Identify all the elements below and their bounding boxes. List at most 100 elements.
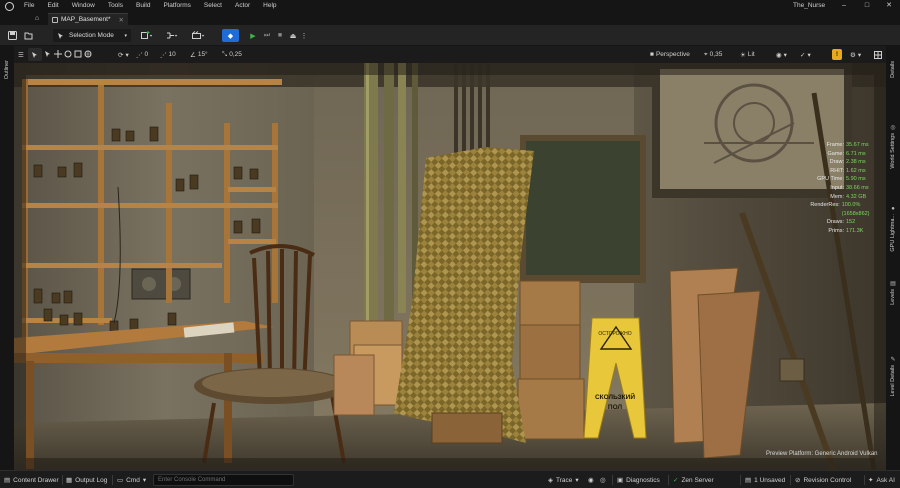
level-icon <box>52 16 58 23</box>
world-settings-tab[interactable]: ◎ World Settings <box>886 110 900 182</box>
menu-file[interactable]: File <box>18 0 41 12</box>
scale-tool-icon[interactable] <box>74 50 82 60</box>
chevron-down-icon: ▾ <box>807 51 811 59</box>
ask-ai-button[interactable]: ✦ Ask AI <box>868 474 895 486</box>
record-icon[interactable]: ◉ <box>588 474 594 486</box>
location-snap-icon: ⋰ <box>160 51 167 59</box>
divider <box>864 475 865 485</box>
check-icon: ✓ <box>800 51 806 59</box>
gear-icon: ⚙ <box>850 51 856 59</box>
world-local-icon[interactable] <box>84 50 92 60</box>
screenshot-icon[interactable]: ◎ <box>600 474 606 486</box>
scale-snap[interactable]: ⤡ 0,25 <box>222 48 242 61</box>
close-tab-icon[interactable]: ✕ <box>119 16 124 24</box>
step-button[interactable]: ⏭ <box>261 29 273 42</box>
stat-row-frame: Frame: 35.67 ms <box>826 142 869 148</box>
rotation-snap-icon: ∠ <box>190 51 196 59</box>
save-icon[interactable] <box>6 29 18 42</box>
content-drawer-button[interactable]: ▤ Content Drawer <box>4 474 59 486</box>
eject-button[interactable]: ⏏ <box>287 29 299 42</box>
details-tab[interactable]: Details <box>886 52 900 86</box>
transform-tools <box>28 48 92 61</box>
level-viewport[interactable]: OСТОРОЖНО СКОЛЬЗКИЙ ПОЛ Frame: 35.67 ms G… <box>14 63 886 470</box>
main-toolbar: Selection Mode ▾ ◆ ▶ ⏭ ■ ⏏ ⋮ <box>0 25 900 46</box>
basement-scene: OСТОРОЖНО СКОЛЬЗКИЙ ПОЛ <box>14 63 886 470</box>
rotation-snap[interactable]: ∠ 15° <box>190 48 208 61</box>
levels-tab[interactable]: ▤ Levels <box>886 274 900 310</box>
close-window-button[interactable]: ✕ <box>878 0 900 12</box>
minimize-button[interactable]: – <box>833 0 855 12</box>
outliner-tab[interactable]: Outliner <box>0 50 14 90</box>
chevron-down-icon: ▾ <box>142 477 147 484</box>
divider <box>740 475 741 485</box>
performance-warning-badge[interactable]: ! <box>832 49 842 60</box>
cmd-dropdown[interactable]: ▭ Cmd ▾ <box>117 474 146 486</box>
trace-label: Trace <box>556 476 573 484</box>
show-flags-dropdown[interactable]: ◉ ▾ <box>776 48 787 61</box>
stop-button[interactable]: ■ <box>274 29 286 42</box>
camera-speed-value: 0,35 <box>709 51 723 58</box>
menu-help[interactable]: Help <box>257 0 283 12</box>
ai-icon: ✦ <box>868 477 874 484</box>
camera-speed-icon: ⌖ <box>704 50 708 58</box>
viewport-layout-icon[interactable] <box>874 48 882 61</box>
divider <box>790 475 791 485</box>
unreal-logo-icon[interactable] <box>0 0 18 12</box>
menu-actor[interactable]: Actor <box>229 0 257 12</box>
pencil-icon: ✎ <box>890 356 896 363</box>
lit-icon: ☀ <box>740 51 746 59</box>
rotate-tool-icon[interactable] <box>64 50 72 60</box>
perspective-dropdown[interactable]: ■ Perspective <box>650 48 690 61</box>
viewport-settings[interactable]: ⚙ ▾ <box>850 48 861 61</box>
ask-ai-label: Ask AI <box>876 476 895 484</box>
divider <box>612 475 613 485</box>
platform-button[interactable]: ◆ <box>222 29 239 42</box>
zen-server-button[interactable]: ✓ Zen Server <box>673 474 714 486</box>
play-button[interactable]: ▶ <box>247 29 259 42</box>
menu-build[interactable]: Build <box>130 0 157 12</box>
menu-edit[interactable]: Edit <box>41 0 65 12</box>
cinematics-icon[interactable] <box>188 29 208 42</box>
left-panel-strip: Outliner <box>0 46 14 470</box>
stats-overlay: Frame: 35.67 ms Game: 6.71 ms Draw: 2.38 ms… <box>788 141 886 236</box>
selection-mode-dropdown[interactable]: Selection Mode ▾ <box>53 29 131 42</box>
preview-platform-label: Preview Platform: Generic Android Vulkan <box>766 451 878 457</box>
selection-mode-label: Selection Mode <box>69 32 114 39</box>
menu-platforms[interactable]: Platforms <box>157 0 197 12</box>
view-mode-label: Perspective <box>655 51 690 58</box>
hamburger-menu-icon[interactable]: ☰ <box>18 48 24 61</box>
chevron-down-icon: ▾ <box>783 51 787 59</box>
select-tool-dropdown[interactable] <box>28 48 42 61</box>
right-panel-strip: Details ◎ World Settings ● GPU Lightma..… <box>886 46 900 470</box>
menu-window[interactable]: Window <box>66 0 102 12</box>
diagnostics-button[interactable]: ▣ Diagnostics <box>617 474 660 486</box>
menu-tools[interactable]: Tools <box>102 0 130 12</box>
output-log-button[interactable]: ▦ Output Log <box>66 474 107 486</box>
chevron-down-icon: ▾ <box>124 32 127 39</box>
menu-select[interactable]: Select <box>198 0 229 12</box>
browse-icon[interactable] <box>22 29 34 42</box>
play-options-button[interactable]: ⋮ <box>300 29 308 42</box>
add-content-icon[interactable] <box>137 29 155 42</box>
camera-speed[interactable]: ⌖ 0,35 <box>704 48 722 61</box>
revision-control-label: Revision Control <box>803 476 852 484</box>
blueprint-icon[interactable] <box>163 29 181 42</box>
cursor-tool-icon[interactable] <box>44 50 52 60</box>
maximize-button[interactable]: □ <box>856 0 878 12</box>
tab-map-basement[interactable]: MAP_Basement* ✕ <box>48 13 128 25</box>
level-details-tab[interactable]: ✎ Level Details <box>886 346 900 406</box>
lit-dropdown[interactable]: ☀ Lit <box>740 48 755 61</box>
sign-top-text: OСТОРОЖНО <box>598 331 631 337</box>
revision-control-button[interactable]: ⊘ Revision Control <box>795 474 851 486</box>
scalability-dropdown[interactable]: ✓ ▾ <box>800 48 811 61</box>
gpu-lightmass-tab[interactable]: ● GPU Lightma... <box>886 196 900 262</box>
move-tool-icon[interactable] <box>54 49 62 60</box>
select-cursor-icon <box>32 51 37 58</box>
console-input[interactable]: Enter Console Command <box>153 474 294 486</box>
surface-snap[interactable]: ⟳ ▾ <box>118 48 129 61</box>
trace-dropdown[interactable]: ◈ Trace ▾ <box>548 474 579 486</box>
home-icon[interactable]: ⌂ <box>30 13 44 24</box>
location-snap[interactable]: ⋰ 10 <box>160 48 176 61</box>
unsaved-button[interactable]: ▤ 1 Unsaved <box>745 474 785 486</box>
grid-snap[interactable]: ⋰ 0 <box>136 48 148 61</box>
